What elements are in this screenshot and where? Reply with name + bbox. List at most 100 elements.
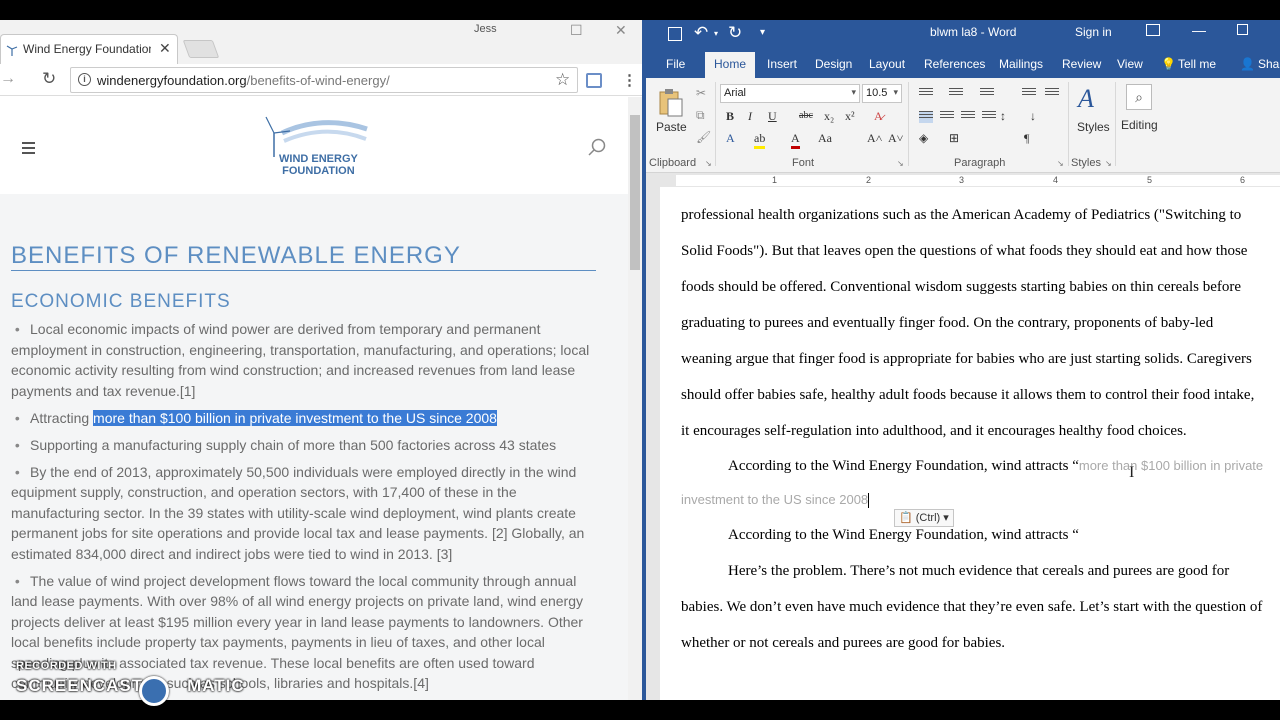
dropdown-icon[interactable]: ▾ (893, 87, 898, 98)
copy-icon[interactable]: ⧉ (696, 108, 705, 123)
align-center-icon[interactable] (940, 111, 954, 123)
clear-formatting-icon[interactable]: A̷ (874, 109, 883, 124)
bookmark-star-icon[interactable]: ☆ (555, 70, 570, 90)
search-icon[interactable] (588, 138, 606, 156)
shrink-font-icon[interactable]: A˅ (888, 131, 903, 146)
chrome-menu-icon[interactable]: ⋮ (622, 71, 637, 89)
doc-line[interactable]: According to the Wind Energy Foundation,… (681, 517, 1280, 553)
font-launcher-icon[interactable]: ↘ (897, 159, 904, 168)
sort-icon[interactable]: ↓ (1030, 109, 1036, 124)
tab-file[interactable]: File (666, 57, 685, 71)
numbering-icon[interactable] (949, 88, 963, 100)
tab-design[interactable]: Design (815, 57, 852, 71)
sign-in-link[interactable]: Sign in (1075, 25, 1112, 39)
document-body[interactable]: professional health organizations such a… (681, 197, 1280, 661)
customize-toolbar-icon[interactable]: ▾ (760, 27, 765, 38)
doc-line[interactable]: Here’s the problem. There’s not much evi… (681, 553, 1280, 589)
tab-close-icon[interactable]: ✕ (159, 40, 171, 57)
grow-font-icon[interactable]: A˄ (867, 131, 882, 146)
selected-text[interactable]: more than $100 billion in private invest… (93, 409, 497, 426)
doc-line[interactable]: Solid Foods"). But that leaves open the … (681, 233, 1280, 269)
doc-line[interactable]: foods should be offered. Conventional wi… (681, 269, 1280, 305)
reload-icon[interactable]: ↻ (42, 69, 56, 89)
undo-dropdown-icon[interactable]: ▾ (714, 29, 718, 38)
address-bar[interactable]: i windenergyfoundation.org/benefits-of-w… (70, 67, 578, 93)
doc-line[interactable]: it encourages self-regulation into adult… (681, 413, 1280, 449)
tab-insert[interactable]: Insert (767, 57, 797, 71)
close-window-icon[interactable]: ✕ (615, 22, 627, 39)
tab-mailings[interactable]: Mailings (999, 57, 1043, 71)
doc-line[interactable]: babies. We don’t even have much evidence… (681, 589, 1280, 625)
doc-line[interactable]: investment to the US since 2008 (681, 483, 1280, 517)
shading-icon[interactable]: ◈ (919, 131, 928, 146)
bullet-text[interactable]: Attracting (30, 410, 93, 426)
italic-icon[interactable]: I (748, 109, 752, 124)
doc-text[interactable]: According to the Wind Energy Foundation,… (728, 458, 1079, 474)
font-size-box[interactable]: 10.5 ▾ (862, 84, 902, 103)
strikethrough-icon[interactable]: abc (799, 110, 813, 121)
doc-line[interactable]: According to the Wind Energy Foundation,… (681, 449, 1280, 483)
text-effects-icon[interactable]: A (726, 131, 735, 146)
align-right-icon[interactable] (961, 111, 975, 123)
ribbon-display-options-icon[interactable] (1146, 24, 1160, 36)
find-icon[interactable]: ⌕ (1126, 84, 1152, 110)
font-color-icon[interactable]: A (791, 131, 800, 149)
tab-references[interactable]: References (924, 57, 985, 71)
scrollbar-thumb[interactable] (630, 115, 640, 270)
font-name-box[interactable]: Arial ▾ (720, 84, 860, 103)
line-spacing-icon[interactable]: ↕ (1000, 109, 1006, 124)
subscript-icon[interactable]: x₂ (824, 109, 834, 124)
redo-icon[interactable]: ↻ (728, 23, 742, 43)
forward-icon[interactable]: → (0, 70, 16, 88)
multilevel-list-icon[interactable] (980, 88, 994, 100)
hamburger-menu-icon[interactable] (22, 142, 35, 157)
doc-line[interactable]: whether or not cereals and purees are go… (681, 625, 1280, 661)
info-icon[interactable]: i (78, 73, 91, 86)
save-icon[interactable] (668, 27, 682, 41)
pasted-text[interactable]: more than $100 billion in private (1079, 458, 1263, 473)
increase-indent-icon[interactable] (1045, 88, 1059, 100)
undo-icon[interactable]: ↶ (694, 23, 708, 43)
paste-options-button[interactable]: 📋 (Ctrl) ▾ (894, 509, 954, 527)
bullet-text[interactable]: Local economic impacts of wind power are… (11, 321, 589, 399)
clipboard-launcher-icon[interactable]: ↘ (705, 159, 712, 168)
doc-line[interactable]: weaning argue that finger food is approp… (681, 341, 1280, 377)
doc-line[interactable]: should offer babies safe, healthy adult … (681, 377, 1280, 413)
maximize-icon[interactable] (1237, 24, 1248, 35)
url-text[interactable]: windenergyfoundation.org/benefits-of-win… (97, 73, 390, 88)
show-formatting-icon[interactable]: ¶ (1024, 131, 1029, 146)
underline-icon[interactable]: U (768, 109, 777, 124)
bullet-text[interactable]: Supporting a manufacturing supply chain … (30, 437, 556, 453)
minimize-icon[interactable]: — (1192, 22, 1206, 38)
superscript-icon[interactable]: x² (845, 109, 855, 124)
share-button[interactable]: Share (1258, 57, 1280, 71)
borders-icon[interactable]: ⊞ (949, 131, 959, 146)
doc-line[interactable]: professional health organizations such a… (681, 197, 1280, 233)
decrease-indent-icon[interactable] (1022, 88, 1036, 100)
tab-layout[interactable]: Layout (869, 57, 905, 71)
tab-home[interactable]: Home (705, 52, 756, 78)
page-scrollbar[interactable] (628, 97, 642, 700)
document-page[interactable]: professional health organizations such a… (660, 187, 1280, 700)
bullet-text[interactable]: By the end of 2013, approximately 50,500… (11, 464, 584, 562)
doc-line[interactable]: graduating to purees and eventually fing… (681, 305, 1280, 341)
browser-tab[interactable]: Wind Energy Foundation ✕ (0, 34, 178, 64)
paste-icon[interactable] (658, 88, 684, 118)
justify-icon[interactable] (982, 111, 996, 123)
pasted-text[interactable]: investment to the US since 2008 (681, 492, 868, 507)
bullets-icon[interactable] (919, 88, 933, 100)
dropdown-icon[interactable]: ▾ (851, 87, 856, 98)
paste-button[interactable]: Paste (656, 120, 687, 134)
cut-icon[interactable]: ✂ (696, 86, 706, 100)
styles-icon[interactable]: A (1078, 84, 1094, 114)
extension-icon[interactable] (586, 73, 602, 88)
align-left-icon[interactable] (919, 111, 933, 123)
change-case-icon[interactable]: Aa (818, 131, 832, 146)
tab-view[interactable]: View (1117, 57, 1143, 71)
bold-icon[interactable]: B (726, 109, 734, 124)
format-painter-icon[interactable]: 🖌 (696, 130, 711, 144)
styles-button[interactable]: Styles (1077, 120, 1110, 134)
styles-launcher-icon[interactable]: ↘ (1105, 159, 1112, 168)
highlight-icon[interactable]: ab (754, 131, 766, 149)
maximize-icon[interactable]: ☐ (570, 22, 583, 39)
